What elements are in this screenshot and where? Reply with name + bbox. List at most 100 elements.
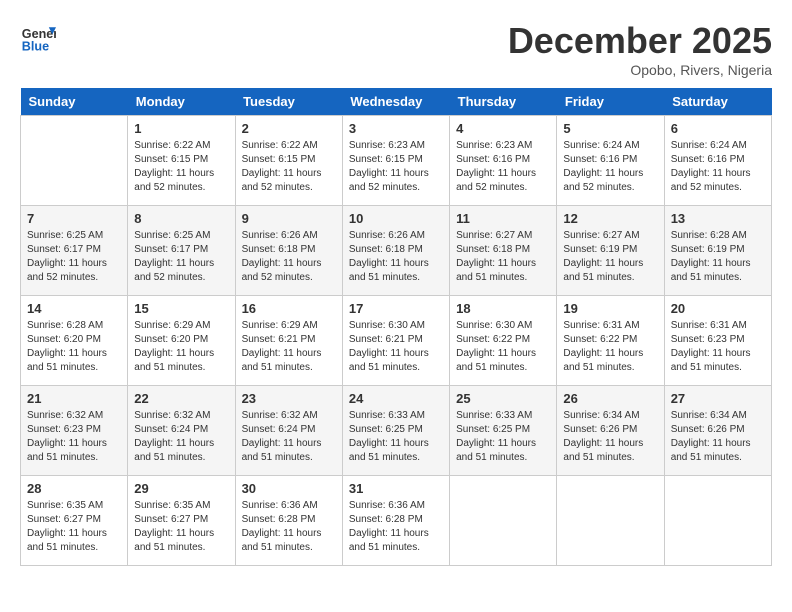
day-info: Sunrise: 6:33 AM Sunset: 6:25 PM Dayligh… [349, 409, 443, 465]
day-number: 4 [456, 121, 550, 136]
day-info: Sunrise: 6:26 AM Sunset: 6:18 PM Dayligh… [349, 229, 443, 285]
calendar-cell [664, 476, 771, 566]
day-number: 21 [27, 391, 121, 406]
calendar-table: SundayMondayTuesdayWednesdayThursdayFrid… [20, 88, 772, 566]
day-number: 6 [671, 121, 765, 136]
day-info: Sunrise: 6:27 AM Sunset: 6:19 PM Dayligh… [563, 229, 657, 285]
calendar-cell: 11Sunrise: 6:27 AM Sunset: 6:18 PM Dayli… [450, 206, 557, 296]
day-number: 5 [563, 121, 657, 136]
day-info: Sunrise: 6:30 AM Sunset: 6:22 PM Dayligh… [456, 319, 550, 375]
day-info: Sunrise: 6:36 AM Sunset: 6:28 PM Dayligh… [349, 499, 443, 555]
day-number: 23 [242, 391, 336, 406]
calendar-cell: 8Sunrise: 6:25 AM Sunset: 6:17 PM Daylig… [128, 206, 235, 296]
day-number: 19 [563, 301, 657, 316]
day-info: Sunrise: 6:32 AM Sunset: 6:24 PM Dayligh… [134, 409, 228, 465]
calendar-week-row: 28 Sunrise: 6:35 AM Sunset: 6:27 PM Dayli… [21, 476, 772, 566]
day-info: Sunrise: 6:25 AM Sunset: 6:17 PM Dayligh… [27, 229, 121, 285]
calendar-cell: 23 Sunrise: 6:32 AM Sunset: 6:24 PM Dayli… [235, 386, 342, 476]
day-info: Sunrise: 6:23 AM Sunset: 6:16 PM Dayligh… [456, 139, 550, 195]
calendar-cell: 26 Sunrise: 6:34 AM Sunset: 6:26 PM Dayli… [557, 386, 664, 476]
day-number: 20 [671, 301, 765, 316]
svg-text:Blue: Blue [22, 40, 49, 54]
day-number: 28 [27, 481, 121, 496]
day-info: Sunrise: 6:31 AM Sunset: 6:23 PM Dayligh… [671, 319, 765, 375]
calendar-cell [450, 476, 557, 566]
calendar-cell: 14 Sunrise: 6:28 AM Sunset: 6:20 PM Dayli… [21, 296, 128, 386]
calendar-cell: 2Sunrise: 6:22 AM Sunset: 6:15 PM Daylig… [235, 116, 342, 206]
calendar-cell: 3Sunrise: 6:23 AM Sunset: 6:15 PM Daylig… [342, 116, 449, 206]
day-number: 27 [671, 391, 765, 406]
calendar-cell: 5 Sunrise: 6:24 AM Sunset: 6:16 PM Daylig… [557, 116, 664, 206]
weekday-header-row: SundayMondayTuesdayWednesdayThursdayFrid… [21, 88, 772, 116]
calendar-cell: 12Sunrise: 6:27 AM Sunset: 6:19 PM Dayli… [557, 206, 664, 296]
day-number: 31 [349, 481, 443, 496]
day-number: 15 [134, 301, 228, 316]
calendar-week-row: 21 Sunrise: 6:32 AM Sunset: 6:23 PM Dayli… [21, 386, 772, 476]
logo: General Blue [20, 20, 56, 56]
calendar-cell: 24 Sunrise: 6:33 AM Sunset: 6:25 PM Dayli… [342, 386, 449, 476]
day-number: 11 [456, 211, 550, 226]
day-number: 16 [242, 301, 336, 316]
day-info: Sunrise: 6:36 AM Sunset: 6:28 PM Dayligh… [242, 499, 336, 555]
day-number: 7 [27, 211, 121, 226]
calendar-cell: 30 Sunrise: 6:36 AM Sunset: 6:28 PM Dayli… [235, 476, 342, 566]
page-header: General Blue December 2025 Opobo, Rivers… [20, 20, 772, 78]
calendar-cell: 4 Sunrise: 6:23 AM Sunset: 6:16 PM Daylig… [450, 116, 557, 206]
calendar-cell: 29Sunrise: 6:35 AM Sunset: 6:27 PM Dayli… [128, 476, 235, 566]
calendar-week-row: 7 Sunrise: 6:25 AM Sunset: 6:17 PM Daylig… [21, 206, 772, 296]
day-number: 26 [563, 391, 657, 406]
calendar-cell [21, 116, 128, 206]
calendar-cell: 7 Sunrise: 6:25 AM Sunset: 6:17 PM Daylig… [21, 206, 128, 296]
weekday-header-friday: Friday [557, 88, 664, 116]
day-info: Sunrise: 6:29 AM Sunset: 6:21 PM Dayligh… [242, 319, 336, 375]
day-number: 18 [456, 301, 550, 316]
logo-icon: General Blue [20, 20, 56, 56]
day-info: Sunrise: 6:23 AM Sunset: 6:15 PM Dayligh… [349, 139, 443, 195]
calendar-cell: 22 Sunrise: 6:32 AM Sunset: 6:24 PM Dayli… [128, 386, 235, 476]
calendar-cell [557, 476, 664, 566]
weekday-header-sunday: Sunday [21, 88, 128, 116]
day-info: Sunrise: 6:35 AM Sunset: 6:27 PM Dayligh… [27, 499, 121, 555]
day-info: Sunrise: 6:32 AM Sunset: 6:24 PM Dayligh… [242, 409, 336, 465]
day-number: 8 [134, 211, 228, 226]
calendar-cell: 31 Sunrise: 6:36 AM Sunset: 6:28 PM Dayli… [342, 476, 449, 566]
day-info: Sunrise: 6:28 AM Sunset: 6:19 PM Dayligh… [671, 229, 765, 285]
day-info: Sunrise: 6:28 AM Sunset: 6:20 PM Dayligh… [27, 319, 121, 375]
calendar-cell: 17Sunrise: 6:30 AM Sunset: 6:21 PM Dayli… [342, 296, 449, 386]
month-title: December 2025 [508, 20, 772, 62]
calendar-cell: 19Sunrise: 6:31 AM Sunset: 6:22 PM Dayli… [557, 296, 664, 386]
day-number: 1 [134, 121, 228, 136]
calendar-body: 1 Sunrise: 6:22 AM Sunset: 6:15 PM Daylig… [21, 116, 772, 566]
weekday-header-saturday: Saturday [664, 88, 771, 116]
calendar-cell: 15 Sunrise: 6:29 AM Sunset: 6:20 PM Dayli… [128, 296, 235, 386]
day-number: 13 [671, 211, 765, 226]
day-number: 10 [349, 211, 443, 226]
day-info: Sunrise: 6:22 AM Sunset: 6:15 PM Dayligh… [242, 139, 336, 195]
calendar-cell: 10 Sunrise: 6:26 AM Sunset: 6:18 PM Dayli… [342, 206, 449, 296]
calendar-week-row: 14 Sunrise: 6:28 AM Sunset: 6:20 PM Dayli… [21, 296, 772, 386]
day-number: 25 [456, 391, 550, 406]
calendar-header: SundayMondayTuesdayWednesdayThursdayFrid… [21, 88, 772, 116]
day-info: Sunrise: 6:33 AM Sunset: 6:25 PM Dayligh… [456, 409, 550, 465]
calendar-cell: 13 Sunrise: 6:28 AM Sunset: 6:19 PM Dayli… [664, 206, 771, 296]
calendar-cell: 16 Sunrise: 6:29 AM Sunset: 6:21 PM Dayli… [235, 296, 342, 386]
day-info: Sunrise: 6:32 AM Sunset: 6:23 PM Dayligh… [27, 409, 121, 465]
day-info: Sunrise: 6:29 AM Sunset: 6:20 PM Dayligh… [134, 319, 228, 375]
day-number: 30 [242, 481, 336, 496]
location-subtitle: Opobo, Rivers, Nigeria [508, 62, 772, 78]
calendar-cell: 28 Sunrise: 6:35 AM Sunset: 6:27 PM Dayli… [21, 476, 128, 566]
calendar-cell: 9Sunrise: 6:26 AM Sunset: 6:18 PM Daylig… [235, 206, 342, 296]
day-info: Sunrise: 6:24 AM Sunset: 6:16 PM Dayligh… [563, 139, 657, 195]
weekday-header-monday: Monday [128, 88, 235, 116]
calendar-week-row: 1 Sunrise: 6:22 AM Sunset: 6:15 PM Daylig… [21, 116, 772, 206]
day-info: Sunrise: 6:35 AM Sunset: 6:27 PM Dayligh… [134, 499, 228, 555]
day-number: 22 [134, 391, 228, 406]
day-number: 14 [27, 301, 121, 316]
day-info: Sunrise: 6:26 AM Sunset: 6:18 PM Dayligh… [242, 229, 336, 285]
day-number: 24 [349, 391, 443, 406]
calendar-cell: 27Sunrise: 6:34 AM Sunset: 6:26 PM Dayli… [664, 386, 771, 476]
day-info: Sunrise: 6:34 AM Sunset: 6:26 PM Dayligh… [563, 409, 657, 465]
weekday-header-tuesday: Tuesday [235, 88, 342, 116]
calendar-cell: 1Sunrise: 6:22 AM Sunset: 6:15 PM Daylig… [128, 116, 235, 206]
calendar-cell: 18 Sunrise: 6:30 AM Sunset: 6:22 PM Dayli… [450, 296, 557, 386]
